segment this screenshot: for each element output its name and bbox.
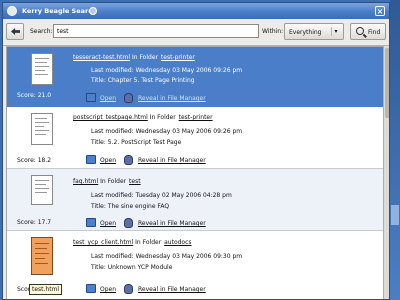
result-folder-link[interactable]: test-printer [179, 114, 213, 121]
result-score: Score: 21.0 [17, 92, 52, 99]
app-icon[interactable] [7, 6, 17, 16]
find-button[interactable]: Find [350, 23, 386, 40]
back-button[interactable] [6, 23, 24, 40]
result-item[interactable]: Score: 18.2 postscript_testpage.html In … [7, 107, 383, 169]
result-folder-link[interactable]: test-printer [161, 54, 195, 61]
result-file-line: tesseract-test.html In Folder test-print… [73, 54, 195, 61]
result-score: Score: 17.7 [17, 219, 52, 226]
result-file-line: postscript_testpage.html In Folder test-… [73, 114, 213, 121]
results-scrollbar[interactable] [383, 46, 389, 299]
reveal-label: Reveal in File Manager [138, 157, 206, 164]
result-modified: Last modified: Wednesday 03 May 2006 09:… [91, 128, 243, 135]
desktop-icon[interactable] [391, 205, 399, 225]
document-thumbnail [31, 237, 53, 275]
open-label: Open [100, 286, 117, 293]
result-title: Title: Unknown YCP Module [91, 264, 173, 271]
document-thumbnail [31, 175, 53, 205]
in-folder-label: In Folder [149, 114, 176, 121]
chevron-down-icon: ▾ [331, 27, 340, 36]
file-manager-icon [124, 284, 133, 294]
result-item[interactable]: Score: 21.0 tesseract-test.html In Folde… [7, 47, 383, 107]
file-manager-icon [124, 93, 133, 103]
result-file-line: faq.html In Folder test [73, 178, 141, 185]
result-score: Score: 18.2 [17, 157, 52, 164]
result-folder-link[interactable]: autodocs [164, 239, 191, 246]
open-label: Open [100, 220, 117, 227]
window-title: Kerry Beagle Search [22, 7, 97, 15]
within-selected-value: Everything [289, 29, 322, 36]
in-folder-label: In Folder [100, 178, 127, 185]
in-folder-label: In Folder [135, 239, 162, 246]
result-modified: Last modified: Wednesday 03 May 2006 09:… [91, 253, 243, 260]
within-dropdown[interactable]: Everything ▾ [284, 23, 344, 40]
title-bar[interactable]: Kerry Beagle Search × [3, 3, 389, 19]
search-toolbar: Search: Within: Everything ▾ Find [3, 19, 389, 46]
open-icon [86, 218, 96, 227]
result-item[interactable]: Score: test_ycp_client.html In Folder au… [7, 231, 383, 299]
result-title: Title: 5.2. PostScript Test Page [91, 139, 182, 146]
close-window-button[interactable]: × [375, 6, 385, 16]
result-filename-link[interactable]: postscript_testpage.html [73, 114, 148, 121]
results-list: Score: 21.0 tesseract-test.html In Folde… [6, 46, 383, 299]
result-filename-link[interactable]: test_ycp_client.html [73, 239, 133, 246]
result-modified: Last modified: Wednesday 03 May 2006 09:… [91, 67, 243, 74]
result-item[interactable]: Score: 17.7 faq.html In Folder test Last… [7, 169, 383, 231]
result-filename-link[interactable]: faq.html [73, 178, 98, 185]
document-thumbnail [31, 113, 53, 145]
search-input[interactable] [53, 24, 259, 38]
open-icon [86, 93, 96, 102]
result-folder-link[interactable]: test [129, 178, 141, 185]
filename-tooltip: test.html [29, 284, 63, 295]
magnifier-icon [356, 27, 364, 35]
reveal-label: Reveal in File Manager [138, 220, 206, 227]
file-manager-icon [124, 218, 133, 228]
within-label: Within: [262, 28, 284, 35]
open-icon [86, 155, 96, 164]
beagle-search-window: Kerry Beagle Search × Search: Within: Ev… [2, 2, 390, 300]
search-label: Search: [30, 28, 53, 35]
back-arrow-icon [11, 28, 20, 35]
document-thumbnail [31, 53, 53, 85]
file-manager-icon [124, 155, 133, 165]
desktop-background [390, 0, 400, 300]
open-icon [86, 284, 96, 293]
result-file-line: test_ycp_client.html In Folder autodocs [73, 239, 192, 246]
window-menu-icon[interactable] [89, 7, 97, 15]
reveal-label: Reveal in File Manager [138, 286, 206, 293]
result-modified: Last modified: Tuesday 02 May 2006 04:28… [91, 192, 232, 199]
result-title: Title: The sine engine FAQ [91, 203, 170, 210]
find-button-label: Find [368, 29, 381, 36]
in-folder-label: In Folder [131, 54, 158, 61]
result-filename-link[interactable]: tesseract-test.html [73, 54, 130, 61]
open-label: Open [100, 157, 117, 164]
reveal-label: Reveal in File Manager [138, 95, 206, 102]
result-title: Title: Chapter 5. Test Page Printing [91, 77, 195, 84]
open-label: Open [100, 95, 117, 102]
